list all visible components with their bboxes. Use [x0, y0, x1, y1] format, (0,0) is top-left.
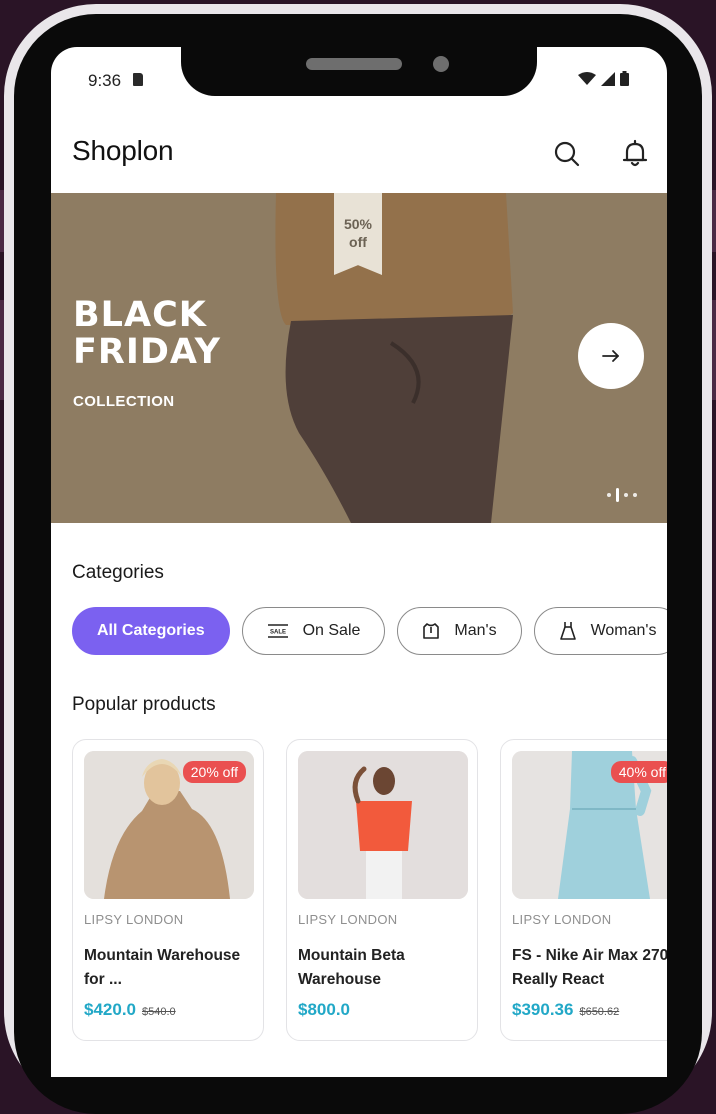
status-icons [578, 71, 629, 86]
product-image: 40% off [512, 751, 667, 899]
product-image [298, 751, 468, 899]
app-screen: 9:36 Shoplon 50% off BLACK FRIDAY COLLEC… [51, 47, 667, 1077]
product-name: Mountain Warehouse for ... [84, 947, 241, 988]
carousel-dot[interactable] [633, 493, 637, 497]
chip-mans[interactable]: Man's [397, 607, 522, 655]
product-card[interactable]: LIPSY LONDON Mountain Beta Warehouse $80… [286, 739, 478, 1041]
product-price: $390.36 [512, 1000, 574, 1019]
product-prices: $420.0 $540.0 [84, 1000, 176, 1020]
chip-on-sale[interactable]: SALE On Sale [241, 607, 386, 655]
tag-percent: 50% [343, 216, 373, 232]
product-name: FS - Nike Air Max 270 Really React [512, 947, 667, 988]
product-brand: LIPSY LONDON [512, 912, 612, 927]
sale-tag-icon: SALE [267, 623, 289, 639]
status-time: 9:36 [88, 71, 122, 90]
chip-label: On Sale [302, 622, 361, 639]
carousel-dot-active[interactable] [616, 488, 619, 502]
product-card[interactable]: 40% off LIPSY LONDON FS - Nike Air Max 2… [500, 739, 667, 1041]
product-price: $420.0 [84, 1000, 136, 1019]
dress-icon [559, 621, 577, 641]
chip-label: Man's [454, 622, 497, 639]
discount-badge: 40% off [610, 761, 667, 783]
svg-text:SALE: SALE [270, 630, 286, 636]
product-name: Mountain Beta Warehouse [298, 947, 405, 988]
app-title: Shoplon [72, 135, 174, 166]
carousel-dot[interactable] [607, 493, 611, 497]
chip-womans[interactable]: Woman's [533, 607, 667, 655]
product-card[interactable]: 20% off LIPSY LONDON Mountain Warehouse … [72, 739, 264, 1041]
product-old-price: $650.62 [579, 1006, 620, 1018]
wifi-icon [578, 71, 596, 85]
product-price: $800.0 [298, 1000, 350, 1019]
popular-products-title: Popular products [72, 694, 216, 715]
battery-icon [620, 71, 629, 86]
discount-tag: 50% off [334, 193, 382, 275]
signal-icon [601, 71, 615, 86]
carousel-dot[interactable] [624, 493, 628, 497]
categories-title: Categories [72, 562, 164, 583]
product-old-price: $540.0 [142, 1006, 176, 1018]
sd-card-icon [133, 73, 143, 86]
banner-next-button[interactable] [578, 323, 644, 389]
product-brand: LIPSY LONDON [84, 912, 184, 927]
banner-subtitle: COLLECTION [73, 393, 175, 410]
chip-all-categories[interactable]: All Categories [72, 607, 230, 655]
front-camera [433, 56, 449, 72]
tag-off: off [349, 234, 367, 250]
category-chips: All Categories SALE On Sale Man's Woman'… [72, 607, 667, 655]
shirt-icon [422, 622, 440, 640]
banner-title-line2: FRIDAY [73, 332, 222, 372]
product-prices: $390.36 $650.62 [512, 1000, 619, 1020]
speaker-grille [306, 58, 402, 70]
bell-icon[interactable] [620, 139, 650, 169]
product-image: 20% off [84, 751, 254, 899]
discount-badge: 20% off [182, 761, 246, 783]
promo-banner[interactable]: 50% off BLACK FRIDAY COLLECTION [51, 193, 667, 523]
banner-title-line1: BLACK [73, 295, 207, 335]
carousel-indicator[interactable] [607, 488, 637, 502]
phone-notch [181, 20, 537, 96]
product-brand: LIPSY LONDON [298, 912, 398, 927]
search-icon[interactable] [552, 139, 582, 169]
chip-label: All Categories [97, 622, 205, 639]
banner-title: BLACK FRIDAY [73, 297, 221, 371]
product-list: 20% off LIPSY LONDON Mountain Warehouse … [72, 739, 667, 1041]
product-prices: $800.0 [298, 1000, 350, 1020]
chip-label: Woman's [590, 622, 657, 639]
arrow-right-icon [602, 350, 619, 362]
